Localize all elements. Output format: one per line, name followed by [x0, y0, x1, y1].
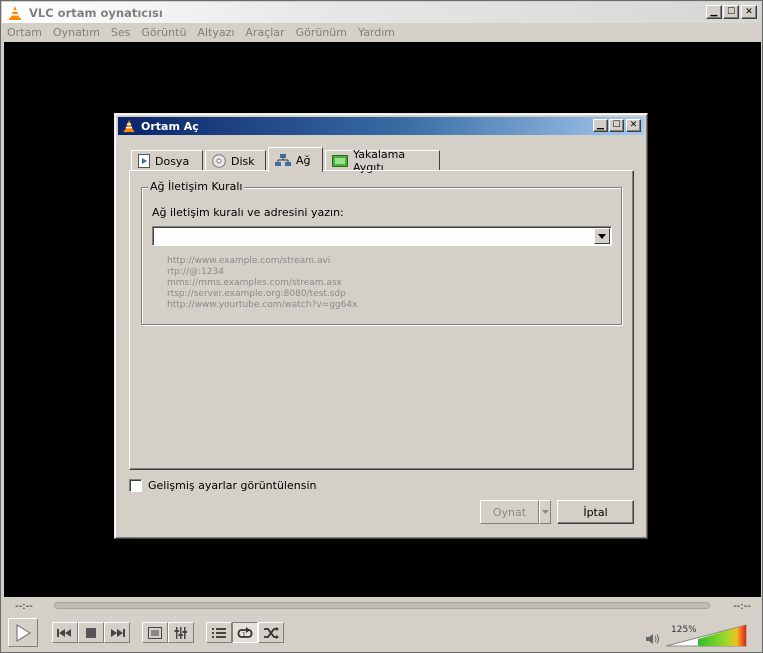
- example-url: rtsp://server.example.org:8080/test.sdp: [167, 289, 346, 299]
- stop-button[interactable]: [78, 622, 104, 643]
- tab-yakalama-aygiti[interactable]: Yakalama Aygıtı: [325, 148, 440, 174]
- cancel-button[interactable]: İptal: [557, 500, 634, 524]
- playlist-button[interactable]: [206, 622, 232, 643]
- dialog-title: Ortam Aç: [141, 119, 199, 133]
- next-button[interactable]: [104, 622, 130, 643]
- play-media-button[interactable]: Oynat: [480, 500, 539, 524]
- example-url: rtp://@:1234: [167, 267, 224, 277]
- tab-disk[interactable]: Disk: [205, 150, 266, 171]
- close-icon: ✕: [629, 120, 638, 130]
- close-icon: ✕: [745, 6, 753, 17]
- extended-settings-button[interactable]: [168, 622, 194, 643]
- example-url: http://www.example.com/stream.avi: [167, 256, 331, 266]
- play-icon: [16, 623, 31, 642]
- seek-row: --:-- --:--: [2, 598, 761, 615]
- minimize-icon: ▁: [597, 120, 604, 130]
- dialog-close-button[interactable]: ✕: [626, 119, 641, 132]
- dialog-titlebar[interactable]: Ortam Aç ▁ ☐ ✕: [118, 117, 644, 135]
- advanced-options-checkbox[interactable]: [129, 479, 142, 492]
- menu-ortam[interactable]: Ortam: [7, 26, 42, 39]
- shuffle-button[interactable]: [258, 622, 284, 643]
- remaining-time[interactable]: --:--: [733, 601, 751, 612]
- loop-button[interactable]: 1: [232, 622, 258, 643]
- extended-settings-icon: [174, 626, 187, 639]
- volume-slider[interactable]: [664, 623, 748, 647]
- seek-slider[interactable]: [54, 602, 710, 609]
- previous-icon: [57, 628, 71, 637]
- advanced-options-row: Gelişmiş ayarlar görüntülensin: [129, 479, 316, 492]
- dialog-maximize-button[interactable]: ☐: [609, 119, 624, 132]
- tab-label: Ağ: [296, 153, 311, 167]
- network-address-combobox[interactable]: [152, 226, 612, 246]
- maximize-button[interactable]: ☐: [723, 5, 739, 19]
- main-window-title: VLC ortam oynatıcısı: [29, 5, 163, 20]
- playlist-icon: [212, 627, 226, 638]
- advanced-options-label[interactable]: Gelişmiş ayarlar görüntülensin: [148, 479, 316, 492]
- svg-text:1: 1: [242, 631, 246, 638]
- menu-altyazi[interactable]: Altyazı: [197, 26, 234, 39]
- next-icon: [111, 628, 125, 637]
- fullscreen-icon: [148, 626, 162, 639]
- file-icon: [138, 154, 150, 168]
- play-button[interactable]: [8, 618, 38, 647]
- previous-button[interactable]: [52, 622, 78, 643]
- minimize-button[interactable]: ▁: [706, 5, 722, 19]
- url-examples: http://www.example.com/stream.avi rtp://…: [167, 256, 357, 311]
- tab-label: Dosya: [155, 154, 190, 168]
- menubar: Ortam Oynatım Ses Görüntü Altyazı Araçla…: [2, 23, 761, 42]
- menu-goruntu[interactable]: Görüntü: [141, 26, 186, 39]
- elapsed-time[interactable]: --:--: [15, 601, 33, 612]
- loop-icon: 1: [237, 626, 253, 638]
- tab-dosya[interactable]: Dosya: [131, 150, 203, 171]
- play-options-dropdown[interactable]: [539, 500, 551, 524]
- network-icon: [275, 154, 291, 166]
- tab-label: Disk: [231, 154, 255, 168]
- address-dropdown-button[interactable]: [594, 228, 610, 244]
- example-url: mms://mms.examples.com/stream.asx: [167, 278, 342, 288]
- dialog-minimize-button[interactable]: ▁: [593, 119, 608, 132]
- main-titlebar[interactable]: VLC ortam oynatıcısı ▁ ☐ ✕: [2, 2, 761, 23]
- maximize-icon: ☐: [612, 120, 621, 130]
- disc-icon: [212, 154, 226, 168]
- menu-araclar[interactable]: Araçlar: [245, 26, 284, 39]
- address-label: Ağ iletişim kuralı ve adresini yazın:: [152, 206, 344, 219]
- menu-yardim[interactable]: Yardım: [358, 26, 395, 39]
- menu-ses[interactable]: Ses: [111, 26, 130, 39]
- network-protocol-group: Ağ İletişim Kuralı Ağ iletişim kuralı ve…: [141, 180, 622, 325]
- speaker-icon[interactable]: [646, 633, 660, 645]
- capture-device-icon: [332, 155, 348, 167]
- chevron-down-icon: [541, 510, 549, 514]
- example-url: http://www.yourtube.com/watch?v=gg64x: [167, 300, 358, 310]
- close-button[interactable]: ✕: [741, 5, 757, 19]
- tab-ag[interactable]: Ağ: [268, 147, 323, 172]
- menu-gorunum[interactable]: Görünüm: [296, 26, 347, 39]
- player-controls: 1 125%: [2, 617, 761, 649]
- minimize-icon: ▁: [710, 6, 718, 17]
- maximize-icon: ☐: [726, 6, 736, 17]
- chevron-down-icon: [598, 233, 606, 239]
- menu-oynatim[interactable]: Oynatım: [53, 26, 100, 39]
- shuffle-icon: [264, 626, 279, 639]
- vlc-cone-icon: [123, 119, 135, 133]
- open-media-dialog: Ortam Aç ▁ ☐ ✕ Dosya Disk Ağ Yakalama Ay…: [114, 113, 648, 539]
- fullscreen-button[interactable]: [142, 622, 168, 643]
- play-media-label: Oynat: [492, 505, 527, 519]
- network-tab-panel: Ağ İletişim Kuralı Ağ iletişim kuralı ve…: [129, 170, 634, 470]
- stop-icon: [86, 627, 96, 638]
- group-title: Ağ İletişim Kuralı: [148, 180, 245, 193]
- vlc-cone-icon: [9, 5, 21, 20]
- cancel-label: İptal: [583, 505, 608, 519]
- network-address-input[interactable]: [156, 229, 586, 243]
